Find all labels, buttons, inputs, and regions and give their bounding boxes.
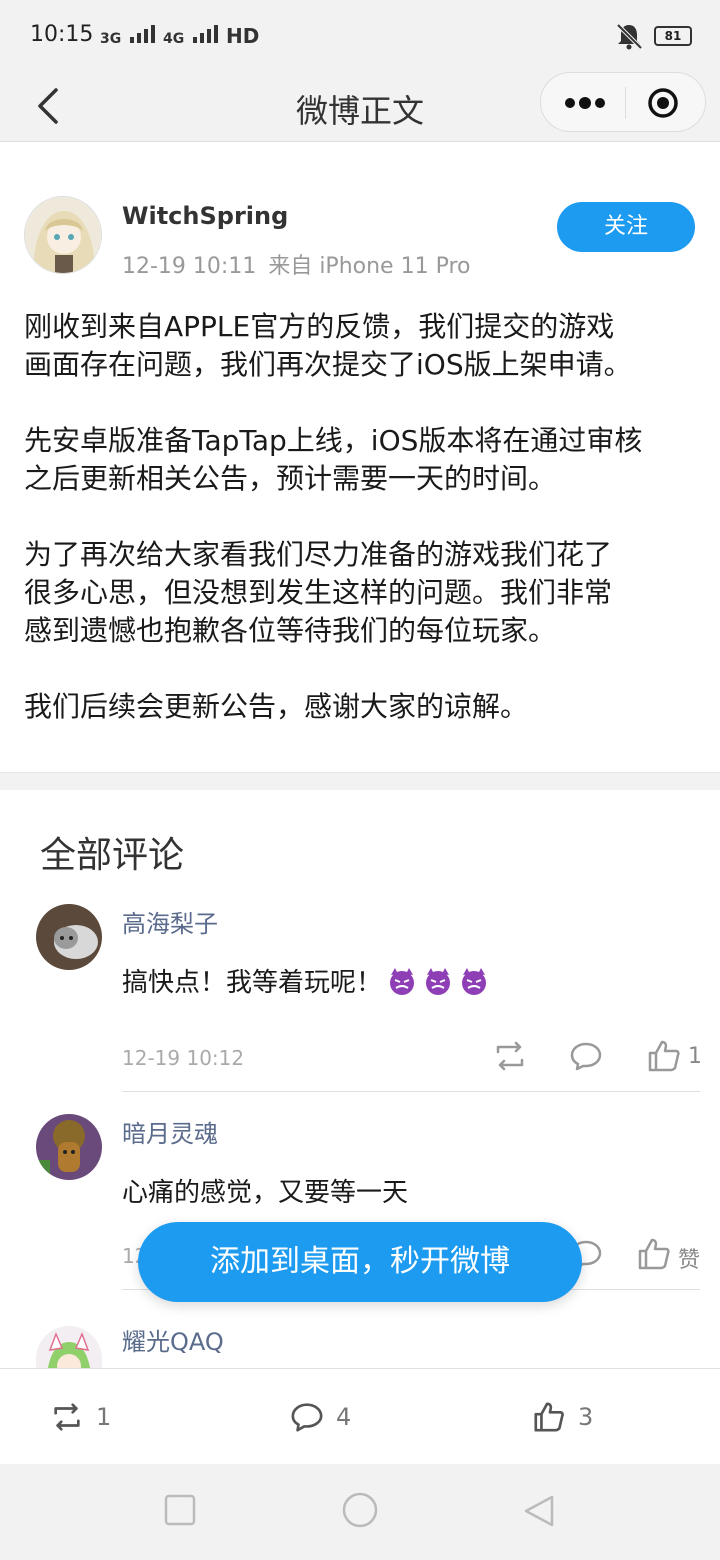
battery-indicator: 81: [654, 26, 692, 46]
signal-icon-2: [193, 25, 219, 43]
home-icon[interactable]: [342, 1492, 378, 1528]
author-name[interactable]: WitchSpring: [122, 202, 288, 230]
commenter-name[interactable]: 高海梨子: [122, 904, 218, 939]
thumbs-up-icon[interactable]: [636, 1236, 672, 1272]
status-time: 10:15: [30, 22, 94, 47]
character-avatar-image: [36, 1114, 102, 1180]
devil-emoji-icon: [462, 968, 487, 995]
comment-text-content: 搞快点！我等着玩呢！: [122, 968, 383, 998]
more-icon[interactable]: [565, 93, 605, 113]
system-nav-bar: [0, 1464, 720, 1560]
nav-bar: 微博正文: [0, 72, 720, 142]
status-bar: 10:15 3G 4G HD 81: [0, 0, 720, 72]
like-count: 3: [578, 1403, 594, 1431]
comment-text: 搞快点！我等着玩呢！: [122, 962, 490, 999]
network-4g: 4G: [162, 31, 185, 47]
post-paragraph: 我们后续会更新公告，感谢大家的谅解。: [24, 690, 529, 723]
network-indicators: 3G 4G HD: [100, 24, 263, 48]
repost-icon[interactable]: [492, 1038, 528, 1074]
cat-avatar-image: [36, 904, 102, 970]
comment-count: 4: [336, 1403, 352, 1431]
comment-footer: 12-19 10:12 1: [122, 1032, 702, 1092]
comment-time: 12-19 10:12: [122, 1046, 245, 1070]
comment-bubble-icon[interactable]: [568, 1038, 604, 1074]
devil-emoji-icon: [390, 968, 415, 995]
author-avatar[interactable]: [24, 196, 102, 274]
comment-bubble-icon: [291, 1403, 323, 1432]
comment-like-label: 赞: [678, 1248, 701, 1273]
post-meta: 12-19 10:11 来自 iPhone 11 Pro: [122, 248, 470, 280]
bottom-action-bar: 1 4 3: [0, 1368, 720, 1464]
commenter-name[interactable]: 耀光QAQ: [122, 1322, 224, 1357]
repost-action[interactable]: 1: [50, 1399, 111, 1435]
character-avatar-image: [36, 1326, 102, 1368]
comment-action[interactable]: 4: [290, 1399, 351, 1435]
commenter-name[interactable]: 暗月灵魂: [122, 1114, 218, 1149]
comments-title: 全部评论: [40, 835, 185, 876]
commenter-avatar[interactable]: [36, 904, 102, 970]
section-divider: [0, 772, 720, 790]
capsule-divider: [625, 87, 626, 119]
signal-icon: [130, 25, 156, 43]
mute-bell-icon: [616, 23, 643, 50]
post-paragraph: 为了再次给大家看我们尽力准备的游戏我们花了 很多心思，但没想到发生这样的问题。我…: [24, 538, 613, 647]
back-triangle-icon[interactable]: [522, 1494, 556, 1528]
post-paragraph: 先安卓版准备TapTap上线，iOS版本将在通过审核 之后更新相关公告，预计需要…: [24, 424, 643, 495]
follow-button[interactable]: 关注: [557, 202, 695, 252]
repost-icon: [54, 1403, 80, 1431]
thumbs-up-icon: [534, 1402, 564, 1432]
network-3g: 3G: [100, 31, 122, 47]
add-to-desktop-button[interactable]: 添加到桌面，秒开微博: [138, 1222, 582, 1302]
post-body: 刚收到来自APPLE官方的反馈，我们提交的游戏 画面存在问题，我们再次提交了iO…: [24, 308, 700, 764]
thumbs-up-icon[interactable]: [646, 1038, 682, 1074]
repost-count: 1: [96, 1403, 112, 1431]
recent-apps-icon[interactable]: [164, 1494, 196, 1526]
comment-like-count: 1: [688, 1044, 702, 1069]
devil-emoji-icon: [426, 968, 451, 995]
mini-program-capsule: [540, 72, 706, 132]
close-mini-program-icon[interactable]: [647, 87, 679, 119]
like-action[interactable]: 3: [532, 1399, 593, 1435]
comment-text: 心痛的感觉，又要等一天: [122, 1178, 409, 1208]
post-source: 来自 iPhone 11 Pro: [268, 254, 471, 279]
post-paragraph: 刚收到来自APPLE官方的反馈，我们提交的游戏 画面存在问题，我们再次提交了iO…: [24, 310, 632, 381]
network-hd: HD: [225, 24, 260, 48]
commenter-avatar[interactable]: [36, 1114, 102, 1180]
commenter-avatar[interactable]: [36, 1326, 102, 1368]
anime-avatar-image: [25, 197, 101, 273]
post-timestamp: 12-19 10:11: [122, 254, 257, 279]
